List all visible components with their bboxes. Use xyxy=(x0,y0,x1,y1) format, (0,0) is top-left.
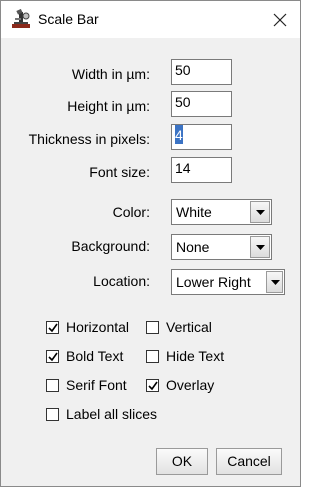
horizontal-label: Horizontal xyxy=(66,319,130,335)
cancel-button[interactable]: Cancel xyxy=(216,448,282,475)
ok-button[interactable]: OK xyxy=(156,448,208,475)
location-select[interactable]: Lower Right xyxy=(171,269,285,295)
height-label: Height in µm: xyxy=(67,98,150,114)
font-size-label: Font size: xyxy=(89,164,150,180)
bold-text-checkbox-box[interactable] xyxy=(46,350,59,363)
checkmark-icon xyxy=(48,323,58,333)
serif-font-checkbox-box[interactable] xyxy=(46,379,59,392)
label-all-slices-checkbox-box[interactable] xyxy=(46,408,59,421)
checkmark-icon xyxy=(148,381,158,391)
location-label: Location: xyxy=(93,273,150,289)
hide-text-checkbox-box[interactable] xyxy=(146,350,159,363)
background-label: Background: xyxy=(71,238,150,254)
width-label: Width in µm: xyxy=(71,66,150,82)
imagej-microscope-icon xyxy=(11,8,31,29)
location-dropdown-button[interactable] xyxy=(266,271,283,293)
thickness-label: Thickness in pixels: xyxy=(28,131,150,147)
chevron-down-icon xyxy=(271,280,280,285)
color-label: Color: xyxy=(112,204,150,220)
width-value: 50 xyxy=(175,62,191,78)
bold-text-label: Bold Text xyxy=(66,348,124,364)
location-select-value: Lower Right xyxy=(176,274,251,290)
close-icon xyxy=(273,13,287,27)
height-value: 50 xyxy=(175,94,191,110)
background-select[interactable]: None xyxy=(171,234,272,260)
background-select-value: None xyxy=(176,239,210,255)
color-select[interactable]: White xyxy=(171,199,272,225)
checkmark-icon xyxy=(48,352,58,362)
close-button[interactable] xyxy=(265,7,295,33)
overlay-checkbox-box[interactable] xyxy=(146,379,159,392)
dialog-title: Scale Bar xyxy=(38,11,99,27)
width-field[interactable]: 50 xyxy=(171,59,232,85)
thickness-field[interactable]: 4 xyxy=(171,124,232,150)
background-dropdown-button[interactable] xyxy=(250,236,270,258)
height-field[interactable]: 50 xyxy=(171,91,232,117)
serif-font-label: Serif Font xyxy=(66,377,127,393)
chevron-down-icon xyxy=(256,210,265,215)
vertical-label: Vertical xyxy=(166,319,212,335)
font-size-field[interactable]: 14 xyxy=(171,157,232,183)
label-all-slices-label: Label all slices xyxy=(66,406,158,422)
color-select-value: White xyxy=(176,204,212,220)
scale-bar-dialog: Scale Bar Width in µm: 50 Height in µm: … xyxy=(0,0,301,487)
overlay-label: Overlay xyxy=(166,377,215,393)
font-size-value: 14 xyxy=(175,160,191,176)
horizontal-checkbox-box[interactable] xyxy=(46,321,59,334)
thickness-value: 4 xyxy=(175,125,183,144)
title-bar: Scale Bar xyxy=(1,1,300,38)
hide-text-label: Hide Text xyxy=(166,348,225,364)
vertical-checkbox-box[interactable] xyxy=(146,321,159,334)
chevron-down-icon xyxy=(256,245,265,250)
color-dropdown-button[interactable] xyxy=(250,201,270,223)
dialog-content: Width in µm: 50 Height in µm: 50 Thickne… xyxy=(1,38,300,486)
